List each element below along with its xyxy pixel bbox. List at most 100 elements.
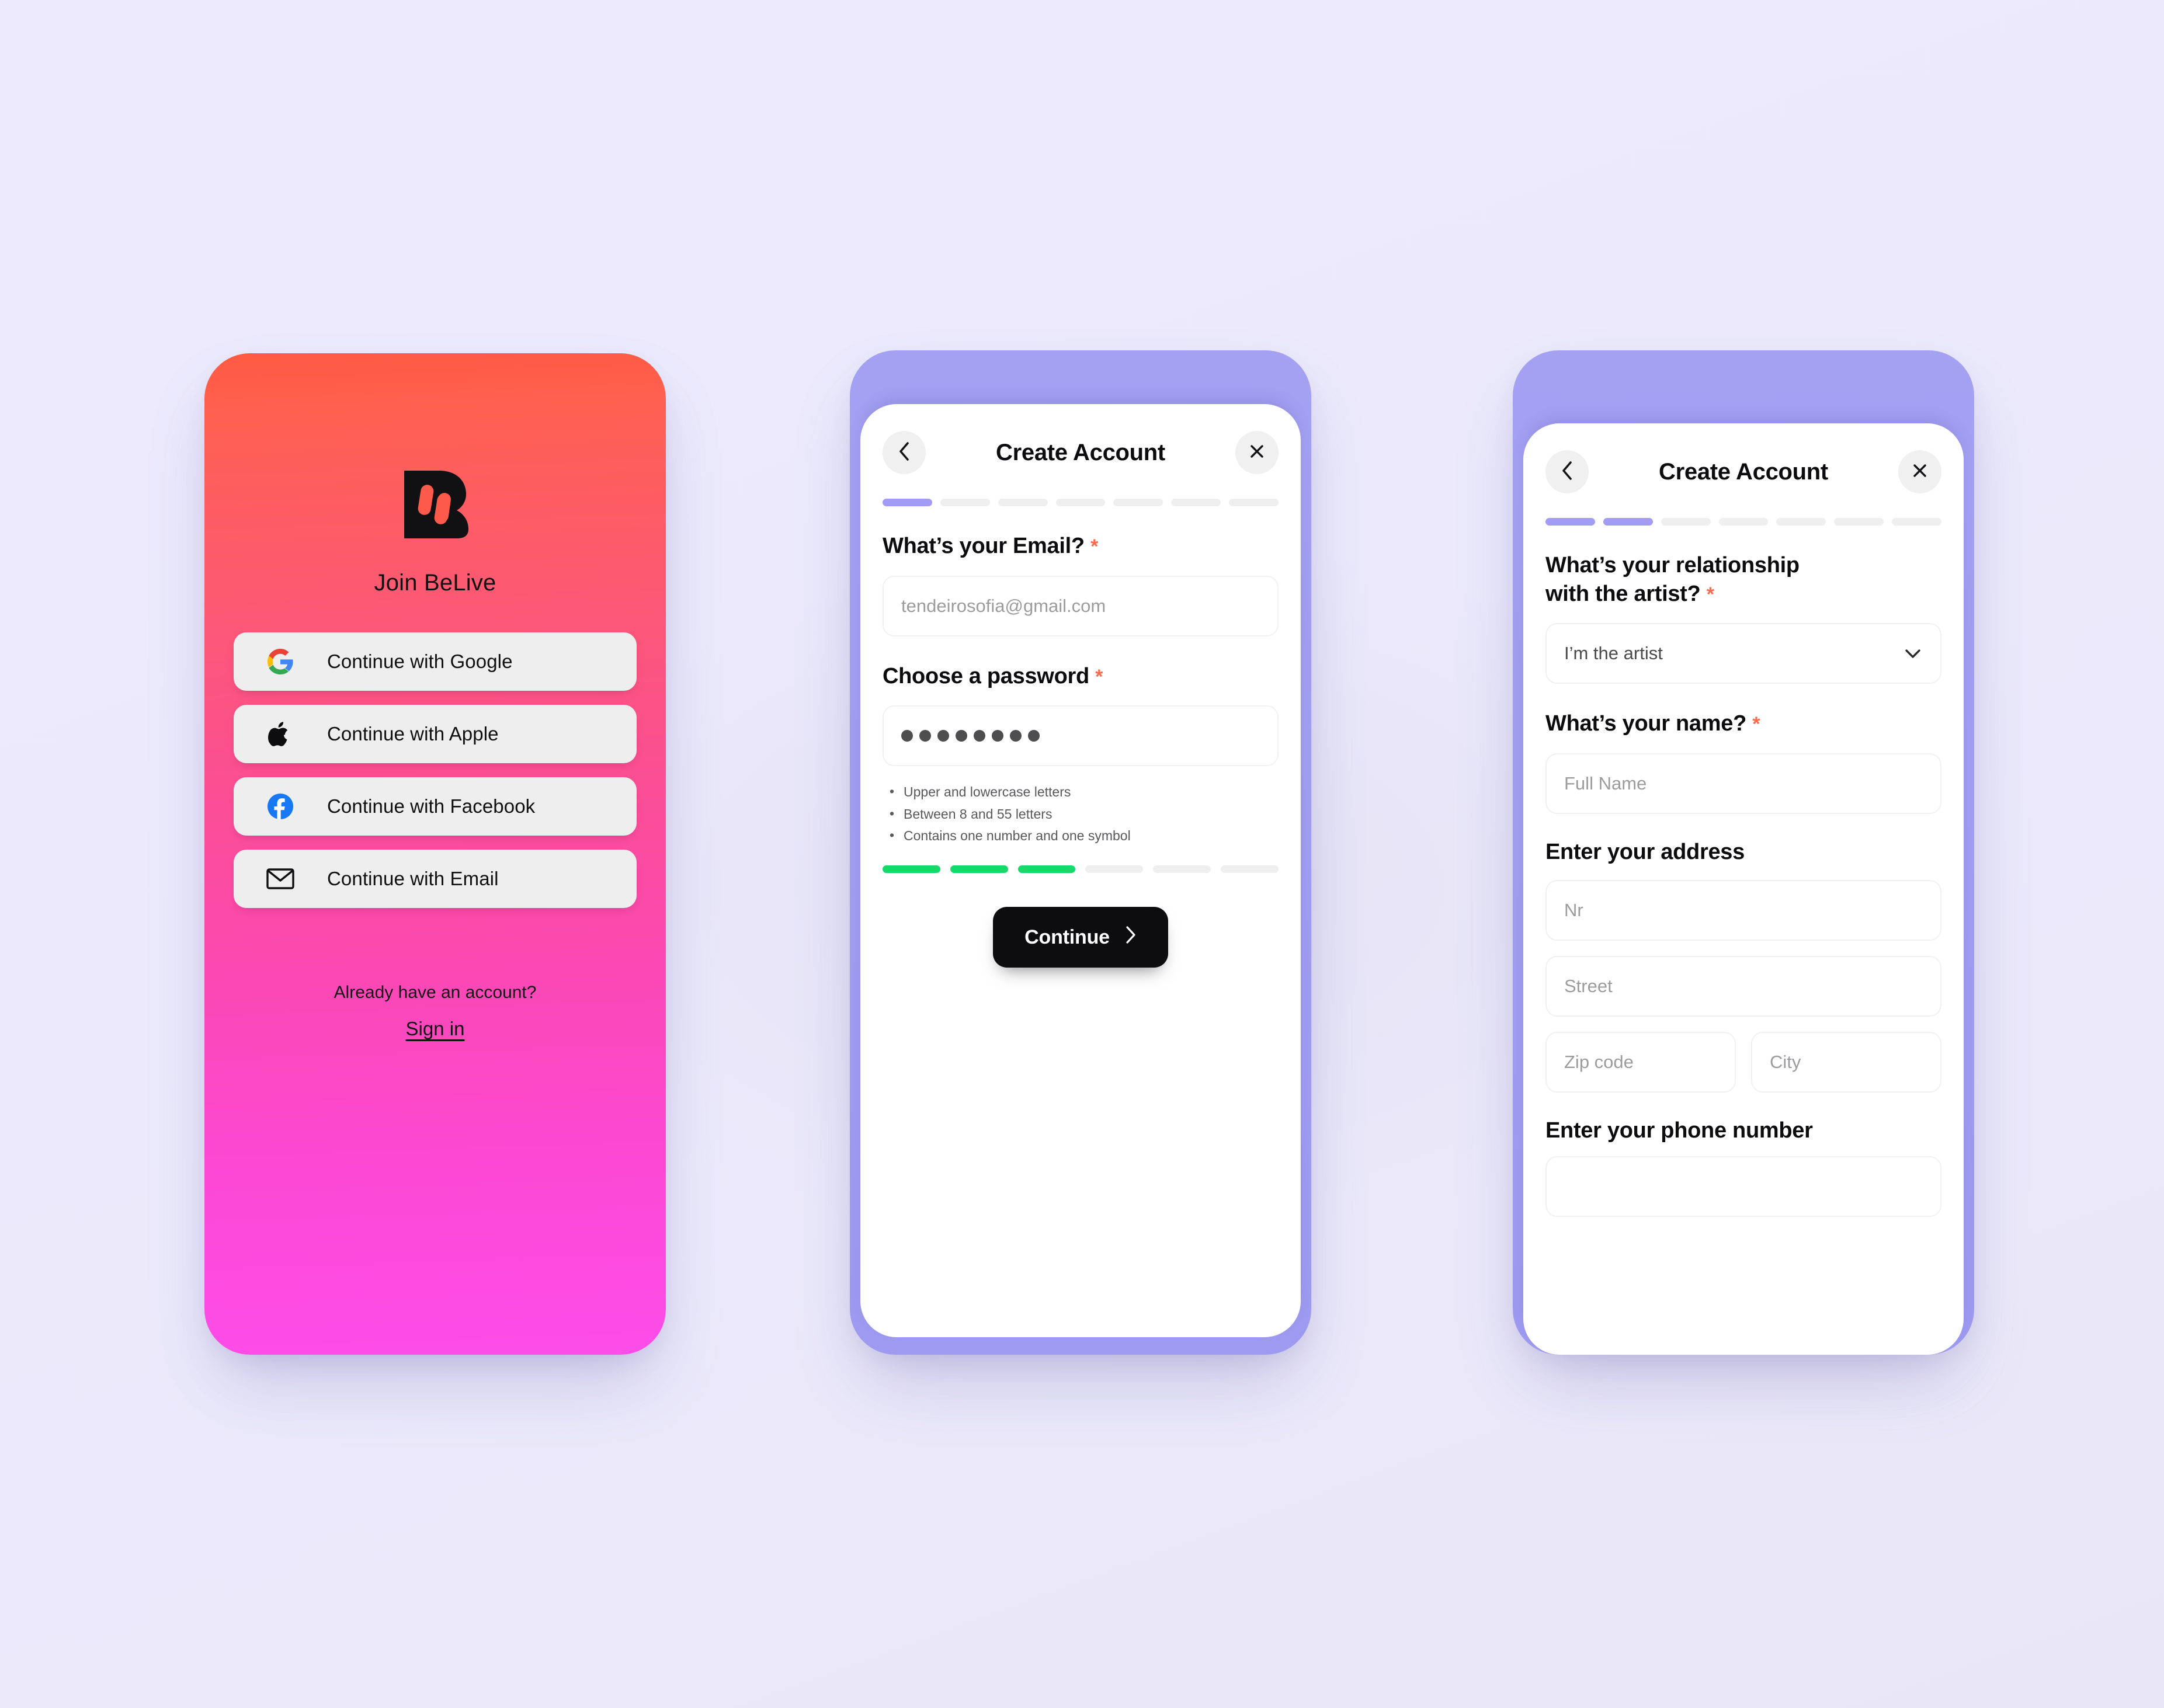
progress-segment	[940, 499, 990, 506]
relationship-question-line2: with the artist?	[1545, 581, 1701, 606]
progress-segment	[1055, 499, 1106, 506]
progress-steps	[1545, 518, 1942, 526]
continue-with-apple-button[interactable]: Continue with Apple	[234, 705, 637, 763]
sso-button-list: Continue with Google Continue with Apple	[234, 632, 637, 908]
phone-welcome-screen: Join BeLive Continue with Google Continu…	[204, 353, 666, 1355]
required-asterisk: *	[1095, 665, 1103, 688]
join-title: Join BeLive	[374, 570, 496, 596]
back-button[interactable]	[883, 431, 926, 474]
sign-in-prompt: Already have an account? Sign in	[334, 983, 537, 1040]
address-street-input[interactable]: Street	[1545, 955, 1941, 1017]
continue-button-row: Continue	[883, 907, 1279, 968]
back-button[interactable]	[1545, 450, 1589, 493]
password-question-text: Choose a password	[883, 663, 1089, 688]
strength-segment	[1085, 865, 1144, 873]
password-rule: Between 8 and 55 letters	[888, 802, 1279, 825]
full-name-placeholder: Full Name	[1564, 773, 1647, 794]
password-question-label: Choose a password *	[883, 662, 1279, 691]
progress-segment	[1603, 518, 1653, 526]
progress-segment	[883, 499, 932, 506]
password-rules-list: Upper and lowercase letters Between 8 an…	[883, 781, 1279, 847]
phone-section-heading: Enter your phone number	[1545, 1118, 1813, 1143]
sso-label: Continue with Email	[327, 868, 499, 889]
close-button[interactable]	[1235, 431, 1279, 474]
phone-create-account-step1: Create Account What’s your Email? * tend…	[850, 350, 1311, 1355]
relationship-question-line1: What’s your relationship	[1545, 553, 1800, 578]
page-title: Create Account	[1659, 458, 1828, 485]
sign-in-link[interactable]: Sign in	[406, 1018, 465, 1040]
progress-segment	[1113, 499, 1163, 506]
continue-with-email-button[interactable]: Continue with Email	[234, 850, 637, 908]
screen-card: Create Account	[1523, 423, 1964, 1355]
chevron-right-icon	[1125, 926, 1137, 949]
progress-segment	[1834, 518, 1884, 526]
continue-with-google-button[interactable]: Continue with Google	[234, 632, 637, 691]
screenshot-canvas: Join BeLive Continue with Google Continu…	[0, 0, 2164, 1708]
chevron-left-icon	[1561, 461, 1573, 483]
required-asterisk: *	[1090, 535, 1099, 558]
progress-segment	[1892, 518, 1942, 526]
nav-bar: Create Account	[883, 404, 1279, 474]
address-street-placeholder: Street	[1564, 975, 1613, 996]
google-icon	[234, 649, 327, 674]
progress-segment	[1229, 499, 1279, 506]
sso-label: Continue with Facebook	[327, 795, 536, 817]
email-icon	[234, 867, 327, 890]
address-city-placeholder: City	[1770, 1051, 1801, 1072]
address-city-input[interactable]: City	[1751, 1031, 1941, 1093]
full-name-input[interactable]: Full Name	[1545, 753, 1941, 814]
relationship-select[interactable]: I’m the artist	[1545, 623, 1941, 684]
password-input[interactable]	[883, 705, 1279, 767]
progress-segment	[1776, 518, 1826, 526]
nav-bar: Create Account	[1545, 423, 1941, 493]
password-rule: Upper and lowercase letters	[888, 781, 1279, 803]
address-zip-placeholder: Zip code	[1564, 1051, 1634, 1072]
phone-number-input[interactable]	[1545, 1156, 1941, 1217]
address-section-heading: Enter your address	[1545, 839, 1745, 864]
continue-label: Continue	[1024, 926, 1110, 948]
sso-label: Continue with Google	[327, 650, 513, 672]
email-question-label: What’s your Email? *	[883, 532, 1279, 561]
password-masked-dots	[901, 730, 1040, 742]
continue-with-facebook-button[interactable]: Continue with Facebook	[234, 777, 637, 836]
strength-segment	[1221, 865, 1279, 873]
apple-icon	[234, 719, 327, 749]
required-asterisk: *	[1752, 713, 1760, 736]
relationship-selected-value: I’m the artist	[1564, 643, 1663, 664]
chevron-left-icon	[898, 441, 911, 464]
strength-segment	[950, 865, 1008, 873]
strength-segment	[1017, 865, 1076, 873]
address-nr-input[interactable]: Nr	[1545, 879, 1941, 941]
page-title: Create Account	[996, 439, 1165, 465]
email-question-text: What’s your Email?	[883, 534, 1085, 558]
password-rule: Contains one number and one symbol	[888, 825, 1279, 847]
screen-card: Create Account	[860, 404, 1301, 1337]
close-button[interactable]	[1898, 450, 1941, 493]
password-strength-meter	[883, 865, 1279, 873]
address-nr-placeholder: Nr	[1564, 899, 1583, 920]
strength-segment	[883, 865, 940, 873]
address-zip-city-row: Zip code City	[1545, 1017, 1941, 1093]
continue-button[interactable]: Continue	[993, 907, 1168, 968]
email-input[interactable]: tendeirosofia@gmail.com	[883, 575, 1279, 636]
phone-create-account-step2: Create Account What’s your relationship …	[1513, 350, 1974, 1355]
sso-label: Continue with Apple	[327, 723, 499, 745]
facebook-icon	[234, 793, 327, 820]
progress-segment	[1545, 518, 1595, 526]
strength-segment	[1153, 865, 1211, 873]
belive-b-logo	[401, 467, 470, 542]
progress-segment	[1171, 499, 1221, 506]
progress-segment	[1661, 518, 1711, 526]
progress-segment	[998, 499, 1048, 506]
progress-steps	[883, 499, 1279, 506]
address-zip-input[interactable]: Zip code	[1545, 1031, 1736, 1093]
name-question-text: What’s your name?	[1545, 711, 1746, 736]
email-placeholder: tendeirosofia@gmail.com	[901, 595, 1106, 616]
close-icon	[1249, 443, 1265, 462]
name-question-label: What’s your name? *	[1545, 709, 1941, 738]
close-icon	[1912, 462, 1928, 482]
relationship-question-label: What’s your relationship with the artist…	[1545, 551, 1941, 608]
required-asterisk: *	[1706, 583, 1714, 606]
already-have-account-text: Already have an account?	[334, 983, 537, 1002]
chevron-down-icon	[1903, 643, 1923, 663]
